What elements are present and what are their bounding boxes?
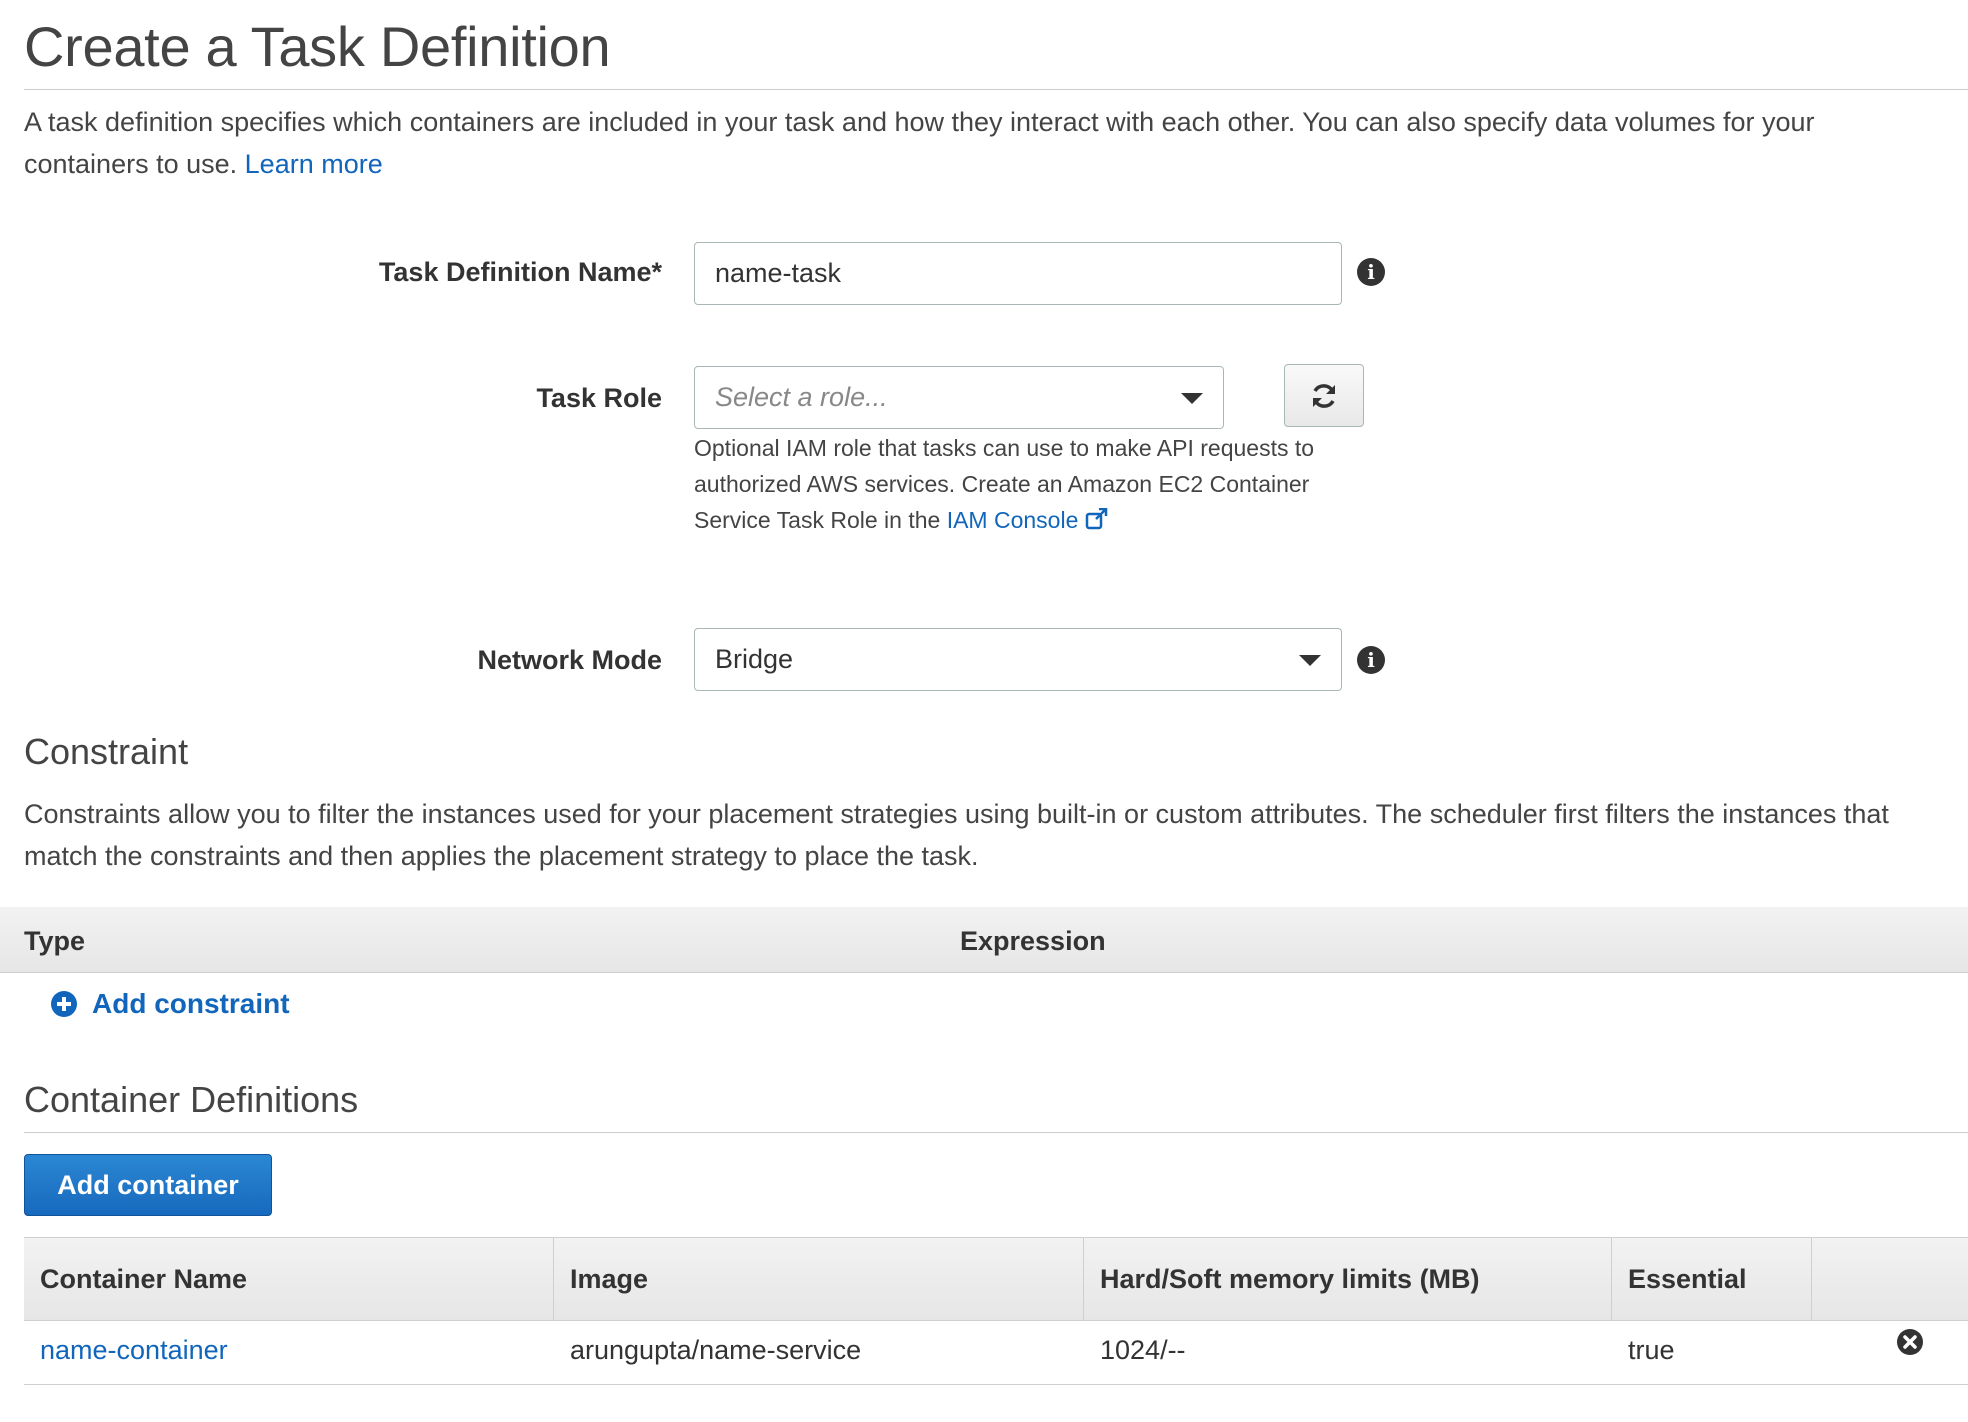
learn-more-link[interactable]: Learn more — [245, 149, 383, 179]
iam-console-link-label: IAM Console — [946, 507, 1079, 533]
plus-circle-icon — [51, 991, 77, 1017]
column-header-expression: Expression — [960, 926, 1106, 956]
chevron-down-icon — [1299, 655, 1321, 666]
section-divider — [24, 1132, 1968, 1133]
container-memory: 1024/-- — [1100, 1335, 1186, 1365]
add-constraint-button[interactable]: Add constraint — [50, 988, 290, 1020]
intro-text: A task definition specifies which contai… — [24, 101, 1924, 185]
task-def-name-input[interactable]: name-task — [694, 242, 1342, 305]
table-row: name-container arungupta/name-service 10… — [24, 1320, 1968, 1385]
task-role-select[interactable]: Select a role... — [694, 366, 1224, 429]
constraint-heading: Constraint — [24, 731, 189, 772]
info-icon[interactable]: i — [1357, 258, 1385, 286]
page-title: Create a Task Definition — [24, 15, 611, 78]
add-constraint-label: Add constraint — [92, 988, 290, 1019]
task-role-help: Optional IAM role that tasks can use to … — [694, 430, 1334, 538]
constraint-description: Constraints allow you to filter the inst… — [24, 799, 1889, 871]
info-icon[interactable]: i — [1357, 646, 1385, 674]
refresh-roles-button[interactable] — [1284, 364, 1364, 427]
container-essential: true — [1628, 1335, 1675, 1365]
container-image: arungupta/name-service — [570, 1335, 862, 1365]
refresh-icon — [1313, 383, 1335, 408]
column-header-actions — [1812, 1238, 1968, 1320]
chevron-down-icon — [1181, 393, 1203, 404]
network-mode-select[interactable]: Bridge — [694, 628, 1342, 691]
add-container-button[interactable]: Add container — [24, 1154, 272, 1216]
task-role-placeholder: Select a role... — [715, 382, 888, 412]
task-role-label: Task Role — [536, 383, 662, 413]
external-link-icon — [1085, 507, 1108, 530]
column-header-type: Type — [24, 926, 86, 956]
container-definitions-heading: Container Definitions — [24, 1079, 359, 1120]
column-header-memory: Hard/Soft memory limits (MB) — [1084, 1238, 1612, 1320]
column-header-image: Image — [554, 1238, 1084, 1320]
remove-circle-icon[interactable] — [1896, 1328, 1924, 1356]
constraint-table-header: Type Expression — [0, 907, 1968, 973]
network-mode-label: Network Mode — [477, 645, 662, 675]
container-name-link[interactable]: name-container — [40, 1335, 228, 1366]
container-table-header: Container Name Image Hard/Soft memory li… — [24, 1237, 1968, 1321]
column-header-container-name: Container Name — [24, 1238, 554, 1320]
task-def-name-label: Task Definition Name* — [378, 257, 662, 287]
task-def-name-value: name-task — [715, 258, 842, 288]
title-divider — [24, 89, 1968, 90]
iam-console-link[interactable]: IAM Console — [947, 507, 1109, 533]
network-mode-value: Bridge — [715, 644, 794, 674]
column-header-essential: Essential — [1612, 1238, 1812, 1320]
